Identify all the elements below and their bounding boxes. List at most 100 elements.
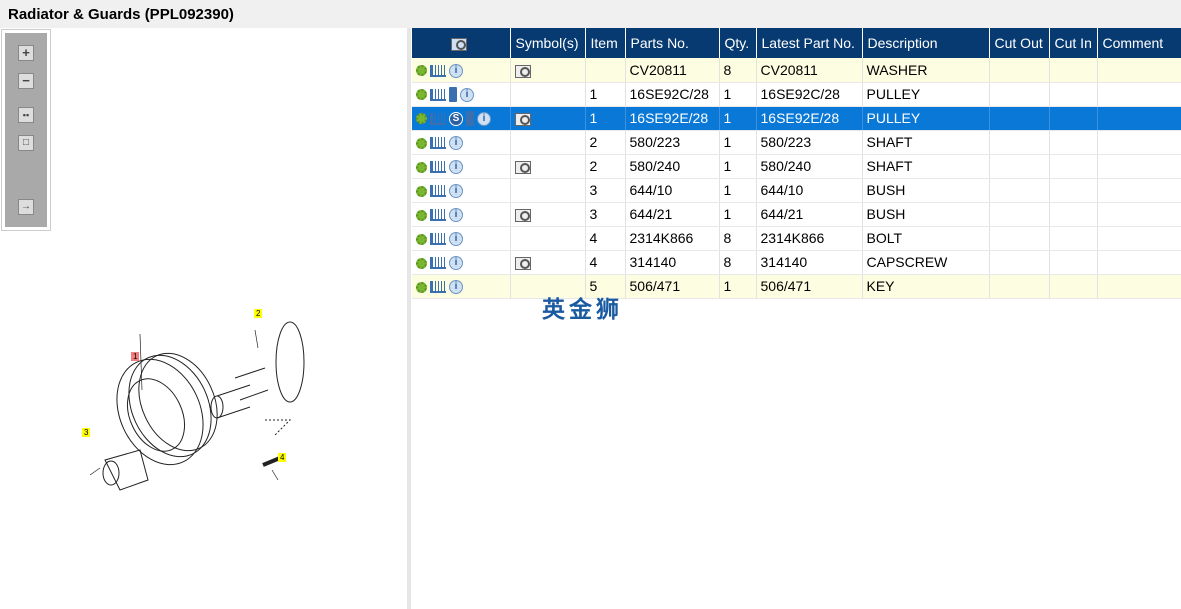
- desc-cell: SHAFT: [862, 154, 990, 179]
- column-header[interactable]: Symbol(s): [510, 28, 586, 58]
- symbol-cell: [510, 82, 586, 107]
- table-row[interactable]: i 4 2314K866 8 2314K866 BOLT: [412, 226, 1181, 251]
- toggle-list-button[interactable]: →: [18, 199, 34, 215]
- part-cell: 644/21: [625, 202, 720, 227]
- settings-icon[interactable]: [416, 185, 427, 197]
- cart-icon[interactable]: [430, 281, 446, 294]
- settings-icon[interactable]: [416, 281, 427, 293]
- empty-cell: [1097, 178, 1181, 203]
- item-cell: 2: [585, 130, 626, 155]
- empty-cell: [989, 58, 1050, 83]
- table-row[interactable]: i 2 580/240 1 580/240 SHAFT: [412, 154, 1181, 179]
- callout-2[interactable]: 2: [254, 309, 263, 318]
- table-row[interactable]: Si 1 16SE92E/28 1 16SE92E/28 PULLEY: [412, 106, 1181, 131]
- settings-icon[interactable]: [416, 257, 427, 269]
- zoom-out-button[interactable]: −: [18, 73, 34, 89]
- cart-icon[interactable]: [430, 88, 446, 101]
- symbol-icon[interactable]: [514, 160, 531, 174]
- settings-icon[interactable]: [416, 209, 427, 221]
- table-row[interactable]: i 1 16SE92C/28 1 16SE92C/28 PULLEY: [412, 82, 1181, 107]
- empty-cell: [1049, 82, 1098, 107]
- info-icon[interactable]: i: [449, 184, 463, 199]
- column-header-preview[interactable]: [412, 28, 511, 58]
- empty-cell: [989, 202, 1050, 227]
- column-header[interactable]: Comment: [1097, 28, 1181, 58]
- column-header[interactable]: Description: [862, 28, 990, 58]
- symbol-icon[interactable]: [514, 208, 531, 222]
- callout-3[interactable]: 3: [82, 428, 91, 437]
- table-row[interactable]: i 2 580/223 1 580/223 SHAFT: [412, 130, 1181, 155]
- empty-cell: [1097, 202, 1181, 227]
- qty-cell: 8: [719, 58, 757, 83]
- symbol-cell: [510, 130, 586, 155]
- desc-cell: SHAFT: [862, 130, 990, 155]
- cart-icon[interactable]: [430, 233, 446, 246]
- part-cell: 644/10: [625, 178, 720, 203]
- info-icon[interactable]: i: [449, 160, 463, 175]
- parts-diagram: [89, 321, 305, 491]
- fit-all-button[interactable]: ▪▪: [18, 107, 34, 123]
- column-header[interactable]: Latest Part No.: [756, 28, 863, 58]
- symbol-icon[interactable]: [514, 64, 531, 78]
- cart-icon[interactable]: [430, 161, 446, 174]
- info-icon[interactable]: i: [449, 280, 463, 295]
- column-header[interactable]: Cut Out: [989, 28, 1050, 58]
- settings-icon[interactable]: [416, 113, 427, 125]
- cart-icon[interactable]: [430, 185, 446, 198]
- desc-cell: BUSH: [862, 178, 990, 203]
- manual-icon[interactable]: [466, 111, 474, 127]
- info-icon[interactable]: i: [449, 232, 463, 247]
- item-cell: 4: [585, 226, 626, 251]
- item-cell: 1: [585, 82, 626, 107]
- zoom-in-button[interactable]: +: [18, 45, 34, 61]
- table-row[interactable]: i 3 644/21 1 644/21 BUSH: [412, 202, 1181, 227]
- fit-window-button[interactable]: □: [18, 135, 34, 151]
- column-header[interactable]: Cut In: [1049, 28, 1098, 58]
- settings-icon[interactable]: [416, 65, 427, 77]
- symbol-icon[interactable]: [514, 256, 531, 270]
- panel-splitter[interactable]: [407, 28, 411, 609]
- row-actions: i: [412, 274, 511, 299]
- callout-1[interactable]: 1: [131, 352, 140, 361]
- settings-icon[interactable]: [416, 233, 427, 245]
- desc-cell: BUSH: [862, 202, 990, 227]
- info-icon[interactable]: i: [477, 111, 491, 126]
- info-icon[interactable]: i: [449, 256, 463, 271]
- manual-icon[interactable]: [449, 87, 457, 103]
- column-header[interactable]: Qty.: [719, 28, 757, 58]
- column-header[interactable]: Item: [585, 28, 626, 58]
- table-row[interactable]: i 3 644/10 1 644/10 BUSH: [412, 178, 1181, 203]
- table-row[interactable]: i 5 506/471 1 506/471 KEY: [412, 274, 1181, 299]
- callout-4[interactable]: 4: [278, 453, 287, 462]
- cart-icon[interactable]: [430, 209, 446, 222]
- empty-cell: [1097, 106, 1181, 131]
- settings-icon[interactable]: [416, 137, 427, 149]
- empty-cell: [1097, 82, 1181, 107]
- info-icon[interactable]: i: [449, 136, 463, 151]
- row-actions: i: [412, 82, 511, 107]
- cart-icon[interactable]: [430, 137, 446, 150]
- info-icon[interactable]: i: [460, 87, 474, 102]
- info-icon[interactable]: i: [449, 208, 463, 223]
- symbol-cell: [510, 58, 586, 83]
- cart-icon[interactable]: [430, 257, 446, 270]
- settings-icon[interactable]: [416, 161, 427, 173]
- cart-icon[interactable]: [430, 112, 446, 125]
- item-cell: 3: [585, 178, 626, 203]
- empty-cell: [989, 106, 1050, 131]
- supersession-icon[interactable]: S: [449, 111, 463, 126]
- settings-icon[interactable]: [416, 89, 427, 101]
- table-row[interactable]: i CV20811 8 CV20811 WASHER: [412, 58, 1181, 83]
- empty-cell: [989, 274, 1050, 299]
- row-actions: i: [412, 154, 511, 179]
- empty-cell: [1049, 130, 1098, 155]
- symbol-icon[interactable]: [514, 112, 531, 126]
- empty-cell: [989, 226, 1050, 251]
- desc-cell: KEY: [862, 274, 990, 299]
- info-icon[interactable]: i: [449, 63, 463, 78]
- empty-cell: [1049, 106, 1098, 131]
- column-header[interactable]: Parts No.: [625, 28, 720, 58]
- table-row[interactable]: i 4 314140 8 314140 CAPSCREW: [412, 250, 1181, 275]
- cart-icon[interactable]: [430, 64, 446, 77]
- empty-cell: [1049, 154, 1098, 179]
